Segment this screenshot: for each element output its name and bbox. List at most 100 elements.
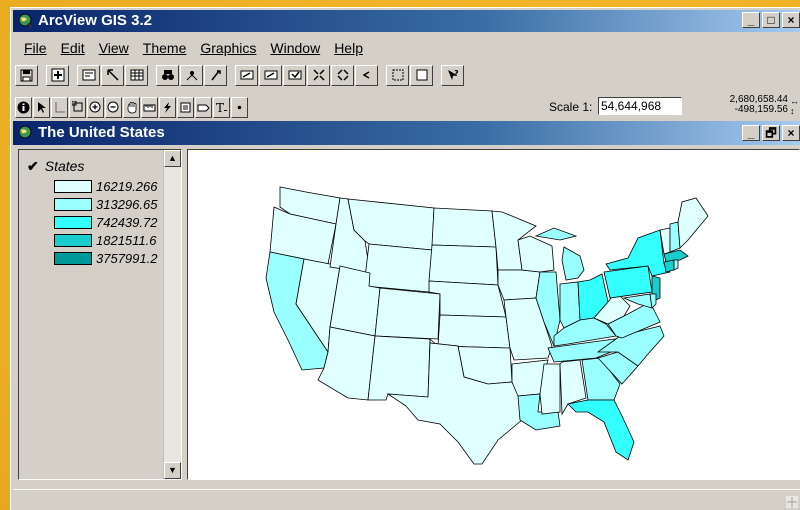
- coordinate-readout: 2,680,658.44 -498,159.56: [730, 95, 788, 115]
- svg-text:?: ?: [454, 69, 459, 78]
- state-nebraska: [428, 280, 507, 318]
- scroll-up-button[interactable]: ▲: [164, 150, 181, 167]
- legend-label: 1821511.6: [96, 233, 157, 248]
- draw-point-icon[interactable]: [231, 96, 248, 118]
- status-bar: [13, 489, 800, 510]
- svg-text:T: T: [216, 101, 224, 114]
- state-colorado: [374, 287, 441, 340]
- state-wyoming: [363, 243, 433, 293]
- hotlink-icon[interactable]: [159, 96, 176, 118]
- zoom-out-fixed-icon[interactable]: [331, 64, 354, 86]
- arcview-window: ArcView GIS 3.2 _ □ × File Edit View The…: [10, 7, 800, 510]
- menu-help[interactable]: Help: [327, 38, 370, 58]
- view-minimize-button[interactable]: _: [742, 125, 760, 141]
- close-button[interactable]: ×: [782, 12, 800, 28]
- menu-window[interactable]: Window: [263, 38, 327, 58]
- menu-graphics[interactable]: Graphics: [193, 38, 263, 58]
- area-of-interest-icon[interactable]: [177, 96, 194, 118]
- zoom-full-icon[interactable]: [235, 64, 258, 86]
- zoom-to-themes-icon[interactable]: [259, 64, 282, 86]
- legend-swatch: [54, 216, 92, 229]
- clear-selection-icon[interactable]: [410, 64, 433, 86]
- locate-address-icon[interactable]: [180, 64, 203, 86]
- legend-label: 313296.65: [96, 197, 158, 212]
- button-bar: ?: [15, 63, 465, 87]
- measure-icon[interactable]: [141, 96, 158, 118]
- maximize-button[interactable]: □: [762, 12, 780, 28]
- state-north-dakota: [431, 207, 497, 248]
- add-theme-icon[interactable]: [46, 64, 69, 86]
- state-iowa: [497, 269, 541, 301]
- legend-label: 3757991.2: [96, 251, 158, 266]
- legend-swatch: [54, 198, 92, 211]
- legend-swatch: [54, 180, 92, 193]
- resize-grip-icon[interactable]: [786, 496, 798, 508]
- legend-class: 3757991.2: [54, 251, 157, 266]
- map-display[interactable]: [187, 149, 800, 480]
- legend-swatch: [54, 252, 92, 265]
- legend-label: 742439.72: [96, 215, 158, 230]
- legend-class: 16219.266: [54, 179, 157, 194]
- tool-bar: T: [15, 95, 249, 119]
- globe-icon: [17, 13, 33, 29]
- menu-file[interactable]: File: [17, 38, 54, 58]
- scale-label: Scale 1:: [549, 100, 593, 114]
- state-south-dakota: [428, 244, 499, 286]
- table-of-contents: ✔ States 16219.266 313296.65 742439.72 18…: [18, 149, 182, 480]
- select-feature-icon[interactable]: [69, 96, 86, 118]
- app-title: ArcView GIS 3.2: [38, 12, 152, 29]
- zoom-in-fixed-icon[interactable]: [307, 64, 330, 86]
- text-icon[interactable]: T: [213, 96, 230, 118]
- help-icon[interactable]: ?: [441, 64, 464, 86]
- label-icon[interactable]: [195, 96, 212, 118]
- state-kansas: [437, 314, 511, 349]
- view-title: The United States: [38, 124, 165, 141]
- minimize-button[interactable]: _: [742, 12, 760, 28]
- find-icon[interactable]: [156, 64, 179, 86]
- pan-icon[interactable]: [123, 96, 140, 118]
- state-wisconsin: [517, 235, 555, 273]
- scroll-down-button[interactable]: ▼: [164, 462, 181, 479]
- us-states-map[interactable]: [188, 150, 788, 480]
- layer-states[interactable]: ✔ States: [27, 158, 84, 175]
- zoom-to-selected-icon[interactable]: [283, 64, 306, 86]
- query-builder-icon[interactable]: [204, 64, 227, 86]
- state-new-mexico: [367, 335, 431, 401]
- edit-legend-icon[interactable]: [101, 64, 124, 86]
- state-maine: [677, 197, 709, 249]
- coord-y: -498,159.56: [734, 104, 788, 115]
- view-titlebar[interactable]: The United States _ 🗗 ×: [13, 121, 800, 145]
- state-florida: [567, 399, 635, 461]
- legend-class: 1821511.6: [54, 233, 157, 248]
- menu-theme[interactable]: Theme: [136, 38, 194, 58]
- zoom-previous-icon[interactable]: [355, 64, 378, 86]
- menu-view[interactable]: View: [92, 38, 136, 58]
- zoom-in-icon[interactable]: [87, 96, 104, 118]
- legend-swatch: [54, 234, 92, 247]
- select-by-theme-icon[interactable]: [386, 64, 409, 86]
- view-close-button[interactable]: ×: [782, 125, 800, 141]
- state-mississippi: [539, 363, 561, 415]
- layer-name: States: [44, 158, 85, 174]
- theme-properties-icon[interactable]: [77, 64, 100, 86]
- toc-scrollbar[interactable]: ▲ ▼: [163, 150, 181, 479]
- view-restore-button[interactable]: 🗗: [762, 125, 780, 141]
- legend-class: 742439.72: [54, 215, 157, 230]
- state-pennsylvania: [603, 265, 653, 299]
- app-titlebar[interactable]: ArcView GIS 3.2 _ □ ×: [13, 10, 800, 32]
- state-rhode-island: [673, 259, 679, 271]
- open-table-icon[interactable]: [125, 64, 148, 86]
- coord-arrows-icon: ↔ ↕: [790, 96, 799, 116]
- pointer-icon[interactable]: [33, 96, 50, 118]
- legend-label: 16219.266: [96, 179, 158, 194]
- zoom-out-icon[interactable]: [105, 96, 122, 118]
- vertex-edit-icon[interactable]: [51, 96, 68, 118]
- view-globe-icon: [17, 125, 33, 141]
- menu-edit[interactable]: Edit: [54, 38, 92, 58]
- state-connecticut: [663, 259, 675, 273]
- layer-visibility-checkbox[interactable]: ✔: [27, 158, 39, 174]
- scale-input[interactable]: 54,644,968: [598, 97, 682, 115]
- save-icon[interactable]: [15, 64, 38, 86]
- view-window: The United States _ 🗗 × ✔ States 16219.26…: [13, 121, 800, 488]
- identify-icon[interactable]: [15, 96, 32, 118]
